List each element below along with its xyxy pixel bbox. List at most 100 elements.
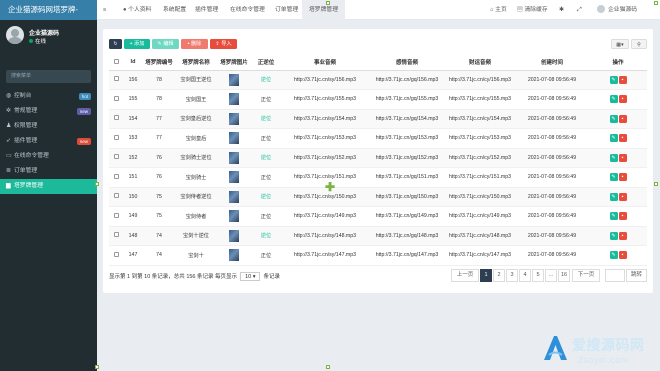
selection-handle[interactable] bbox=[654, 1, 658, 5]
row-checkbox[interactable] bbox=[109, 128, 123, 149]
tarot-card-thumbnail[interactable] bbox=[229, 190, 239, 203]
edit-row-button[interactable]: ✎ bbox=[609, 212, 618, 221]
delete-row-button[interactable]: ▪ bbox=[618, 231, 627, 240]
table-row[interactable]: 149 75 宝剑侍者 正位 http://3.71jc.cn/sy/149.mp3 ht… bbox=[109, 206, 647, 227]
tab-orders[interactable]: 订单管理 bbox=[275, 0, 298, 20]
tab-profile[interactable]: ● 个人资料 bbox=[123, 0, 151, 20]
page-jump-button[interactable]: 跳转 bbox=[626, 269, 647, 282]
page-size-select[interactable]: 10 ▾ bbox=[240, 272, 261, 281]
selection-handle[interactable] bbox=[326, 365, 330, 369]
tarot-card-thumbnail[interactable] bbox=[229, 112, 239, 125]
table-row[interactable]: 153 77 宝剑皇后 正位 http://3.71jc.cn/sy/153.mp3 ht… bbox=[109, 128, 647, 149]
edit-row-button[interactable]: ✎ bbox=[609, 134, 618, 143]
refresh-button[interactable]: ↻ bbox=[109, 39, 122, 49]
edit-row-button[interactable]: ✎ bbox=[609, 114, 618, 123]
col-love-audio[interactable]: 感情音频 bbox=[369, 55, 445, 71]
tarot-card-thumbnail[interactable] bbox=[229, 73, 239, 86]
table-row[interactable]: 151 76 宝剑骑士 正位 http://3.71jc.cn/sy/151.mp3 ht… bbox=[109, 167, 647, 188]
edit-row-button[interactable]: ✎ bbox=[609, 192, 618, 201]
tarot-card-thumbnail[interactable] bbox=[229, 210, 239, 223]
tab-online-command[interactable]: 在线命令管理 bbox=[230, 0, 265, 20]
columns-toggle-button[interactable]: ▦▾ bbox=[611, 39, 629, 49]
col-career-audio[interactable]: 事业音频 bbox=[281, 55, 369, 71]
sidebar-item-list[interactable]: ≣ 订单管理 bbox=[0, 164, 97, 179]
page-button[interactable]: 3 bbox=[506, 269, 518, 282]
selection-handle[interactable] bbox=[95, 182, 99, 186]
add-button[interactable]: + 添加 bbox=[124, 39, 150, 49]
home-link[interactable]: ⌂ 主页 bbox=[490, 0, 507, 20]
edit-row-button[interactable]: ✎ bbox=[609, 251, 618, 260]
row-checkbox[interactable] bbox=[109, 226, 123, 246]
table-row[interactable]: 156 78 宝剑国王逆位 逆位 http://3.71jc.cn/sy/156.mp3… bbox=[109, 70, 647, 90]
page-button[interactable]: 4 bbox=[519, 269, 531, 282]
tarot-card-thumbnail[interactable] bbox=[229, 132, 239, 145]
tarot-card-thumbnail[interactable] bbox=[229, 151, 239, 164]
col-created[interactable]: 创建时间 bbox=[515, 55, 589, 71]
row-checkbox[interactable] bbox=[109, 109, 123, 129]
table-row[interactable]: 154 77 宝剑皇后逆位 逆位 http://3.71jc.cn/sy/154.mp3… bbox=[109, 109, 647, 129]
menu-toggle-icon[interactable]: ≡ bbox=[103, 0, 106, 20]
prev-page-button[interactable]: 上一页 bbox=[451, 269, 479, 282]
checkbox[interactable] bbox=[113, 115, 119, 121]
tarot-card-thumbnail[interactable] bbox=[229, 93, 239, 106]
clear-cache-button[interactable]: ▤ 清除缓存 bbox=[517, 0, 548, 20]
delete-row-button[interactable]: ▪ bbox=[618, 173, 627, 182]
delete-button[interactable]: ▪ 删除 bbox=[181, 39, 208, 49]
edit-row-button[interactable]: ✎ bbox=[609, 153, 618, 162]
checkbox[interactable] bbox=[113, 212, 119, 218]
row-checkbox[interactable] bbox=[109, 70, 123, 90]
sidebar-search-input[interactable]: 搜索菜单 bbox=[6, 70, 91, 83]
delete-row-button[interactable]: ▪ bbox=[618, 212, 627, 221]
row-checkbox[interactable] bbox=[109, 245, 123, 266]
settings-icon[interactable]: ✱ bbox=[559, 0, 564, 20]
checkbox[interactable] bbox=[113, 173, 119, 179]
sidebar-item-group[interactable]: ♟ 权限管理 bbox=[0, 119, 97, 134]
selection-handle[interactable] bbox=[95, 365, 99, 369]
row-checkbox[interactable] bbox=[109, 187, 123, 207]
selection-handle[interactable] bbox=[326, 1, 330, 5]
row-checkbox[interactable] bbox=[109, 148, 123, 168]
edit-row-button[interactable]: ✎ bbox=[609, 231, 618, 240]
delete-row-button[interactable]: ▪ bbox=[618, 134, 627, 143]
sidebar-item-dashboard[interactable]: ◍ 控制台 hot bbox=[0, 89, 97, 104]
page-button[interactable]: 16 bbox=[558, 269, 570, 282]
col-number[interactable]: 塔罗牌编号 bbox=[143, 55, 175, 71]
delete-row-button[interactable]: ▪ bbox=[618, 114, 627, 123]
search-toggle-button[interactable]: ⚲ bbox=[631, 39, 647, 49]
col-name[interactable]: 塔罗牌名称 bbox=[175, 55, 217, 71]
page-button[interactable]: 5 bbox=[532, 269, 544, 282]
delete-row-button[interactable]: ▪ bbox=[618, 75, 627, 84]
col-position[interactable]: 正逆位 bbox=[251, 55, 281, 71]
app-brand[interactable]: 企业猫源码网塔罗牌- bbox=[0, 0, 97, 20]
edit-button[interactable]: ✎ 编辑 bbox=[152, 39, 179, 49]
tab-system-config[interactable]: 系统配置 bbox=[163, 0, 186, 20]
sidebar-item-file[interactable]: ▆ 塔罗牌管理 bbox=[0, 179, 97, 194]
sidebar-item-cogs[interactable]: ✲ 常规管理 new bbox=[0, 104, 97, 119]
selection-handle[interactable] bbox=[654, 182, 658, 186]
admin-menu[interactable]: 企业猫源码 bbox=[597, 0, 637, 20]
page-button[interactable]: 1 bbox=[480, 269, 492, 282]
checkbox[interactable] bbox=[113, 251, 119, 257]
table-row[interactable]: 147 74 宝剑十 正位 http://3.71jc.cn/sy/147.mp3 htt… bbox=[109, 245, 647, 266]
tab-plugin[interactable]: 插件管理 bbox=[195, 0, 218, 20]
delete-row-button[interactable]: ▪ bbox=[618, 153, 627, 162]
import-button[interactable]: ⇪ 导入 bbox=[210, 39, 237, 49]
checkbox[interactable] bbox=[113, 76, 119, 82]
edit-row-button[interactable]: ✎ bbox=[609, 95, 618, 104]
col-image[interactable]: 塔罗牌图片 bbox=[217, 55, 251, 71]
sidebar-item-terminal[interactable]: ▭ 在线命令管理 bbox=[0, 149, 97, 164]
delete-row-button[interactable]: ▪ bbox=[618, 192, 627, 201]
select-all-checkbox[interactable] bbox=[109, 55, 123, 71]
col-wealth-audio[interactable]: 财运音频 bbox=[445, 55, 515, 71]
page-button[interactable]: 2 bbox=[493, 269, 505, 282]
checkbox[interactable] bbox=[113, 95, 119, 101]
table-row[interactable]: 152 76 宝剑骑士逆位 逆位 http://3.71jc.cn/sy/152.mp3… bbox=[109, 148, 647, 168]
checkbox[interactable] bbox=[113, 154, 119, 160]
checkbox[interactable] bbox=[113, 193, 119, 199]
table-row[interactable]: 150 75 宝剑侍者逆位 逆位 http://3.71jc.cn/sy/150.mp3… bbox=[109, 187, 647, 207]
delete-row-button[interactable]: ▪ bbox=[618, 95, 627, 104]
row-checkbox[interactable] bbox=[109, 206, 123, 227]
delete-row-button[interactable]: ▪ bbox=[618, 251, 627, 260]
checkbox[interactable] bbox=[113, 134, 119, 140]
tarot-card-thumbnail[interactable] bbox=[229, 229, 239, 242]
